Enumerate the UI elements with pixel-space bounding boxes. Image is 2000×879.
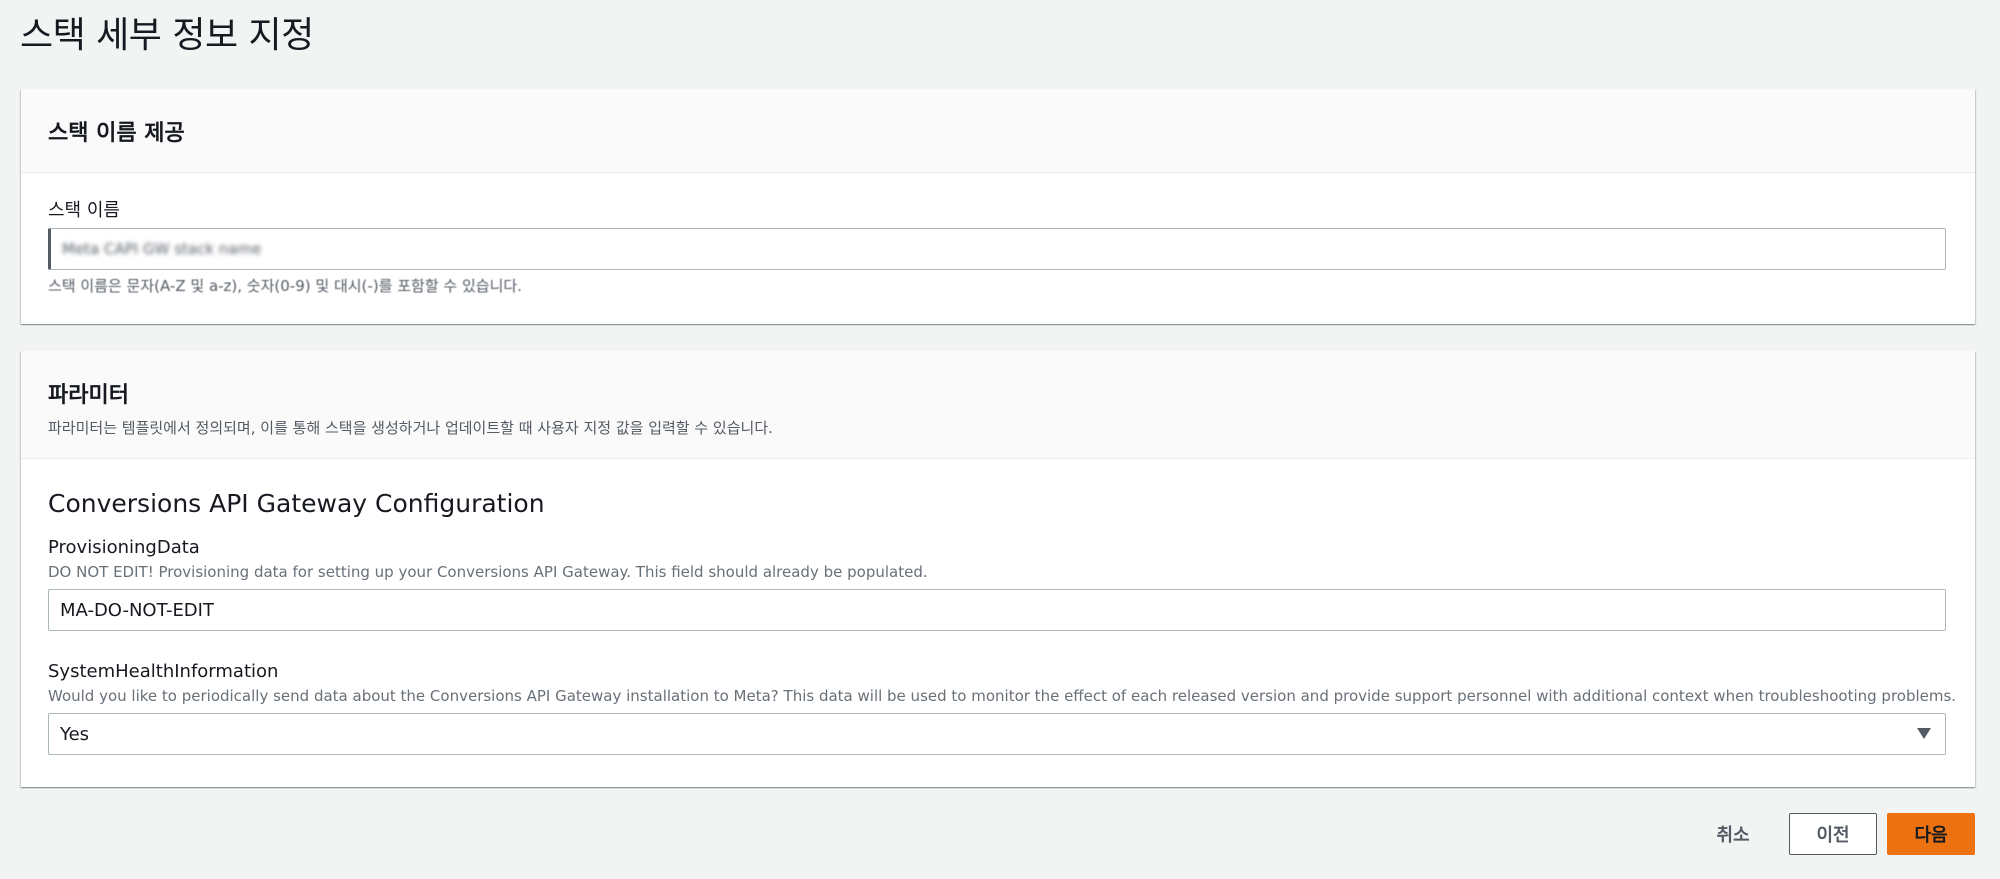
system-health-description: Would you like to periodically send data…: [48, 687, 1957, 705]
page-title: 스택 세부 정보 지정: [20, 15, 314, 56]
stack-name-panel-title: 스택 이름 제공: [48, 121, 185, 146]
parameters-panel: 파라미터 파라미터는 템플릿에서 정의되며, 이를 통해 스택을 생성하거나 업…: [21, 351, 1975, 787]
stack-name-input[interactable]: Meta CAPI GW stack name: [48, 228, 1946, 270]
parameters-panel-title: 파라미터: [48, 383, 129, 408]
parameters-panel-header: 파라미터 파라미터는 템플릿에서 정의되며, 이를 통해 스택을 생성하거나 업…: [21, 351, 1975, 459]
stack-name-panel: 스택 이름 제공 스택 이름 Meta CAPI GW stack name 스…: [21, 89, 1975, 324]
provisioning-data-description: DO NOT EDIT! Provisioning data for setti…: [48, 563, 928, 581]
stack-name-value: Meta CAPI GW stack name: [62, 240, 262, 258]
parameters-panel-description: 파라미터는 템플릿에서 정의되며, 이를 통해 스택을 생성하거나 업데이트할 …: [48, 419, 773, 437]
system-health-select[interactable]: Yes: [48, 713, 1946, 755]
cancel-button[interactable]: 취소: [1700, 813, 1766, 855]
stack-name-panel-header: 스택 이름 제공: [21, 89, 1975, 173]
system-health-selected-value: Yes: [60, 723, 90, 745]
caret-down-icon: [1917, 728, 1931, 739]
system-health-label: SystemHealthInformation: [48, 661, 279, 682]
provisioning-data-label: ProvisioningData: [48, 537, 200, 558]
stack-name-hint: 스택 이름은 문자(A-Z 및 a-z), 숫자(0-9) 및 대시(-)를 포…: [48, 277, 522, 295]
stack-name-label: 스택 이름: [48, 200, 120, 221]
previous-button[interactable]: 이전: [1789, 813, 1877, 855]
provisioning-data-input[interactable]: [48, 589, 1946, 631]
section-title: Conversions API Gateway Configuration: [48, 489, 545, 518]
next-button[interactable]: 다음: [1887, 813, 1975, 855]
